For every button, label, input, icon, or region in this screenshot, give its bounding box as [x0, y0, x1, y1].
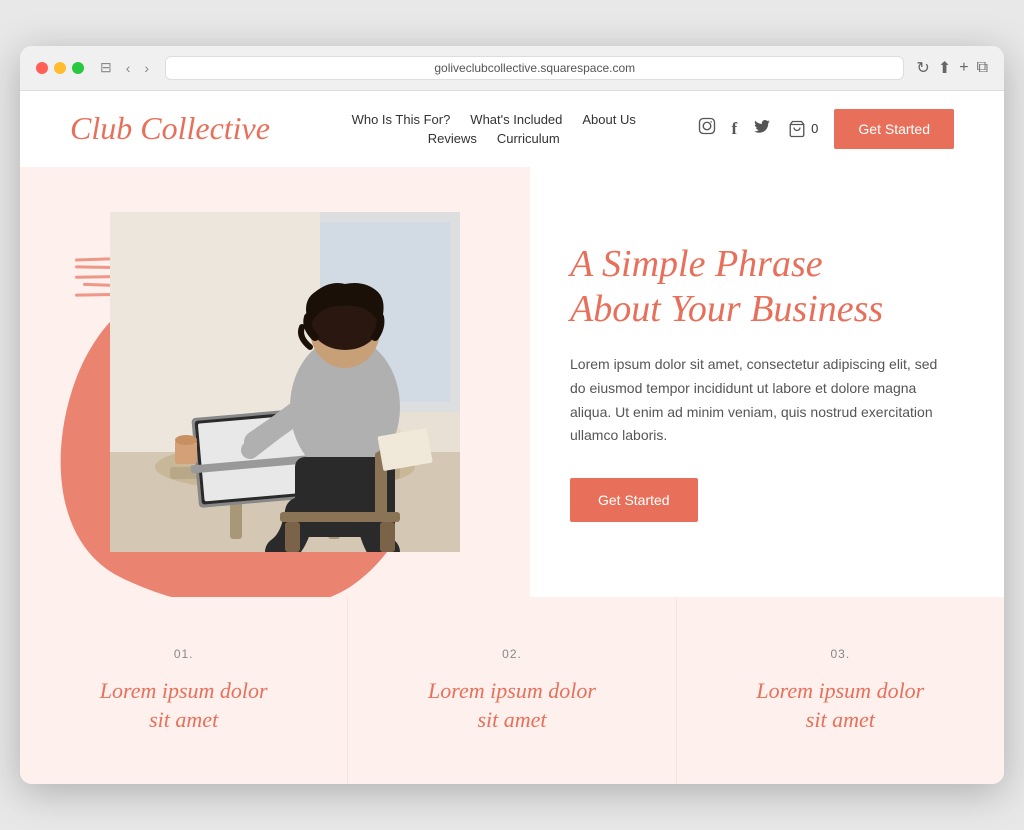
sidebar-toggle-button[interactable]: ⊟: [96, 57, 116, 78]
browser-chrome: ⊟ ‹ › goliveclubcollective.squarespace.c…: [20, 46, 1004, 91]
header-get-started-button[interactable]: Get Started: [834, 109, 954, 149]
feature-item-1: 01. Lorem ipsum dolor sit amet: [20, 597, 348, 784]
feature-number-1: 01.: [60, 647, 307, 661]
new-tab-button[interactable]: +: [959, 59, 968, 77]
hero-cta-button[interactable]: Get Started: [570, 478, 698, 522]
logo[interactable]: Club Collective: [70, 110, 270, 147]
tabs-button[interactable]: ⧉: [977, 59, 988, 77]
feature-item-2: 02. Lorem ipsum dolor sit amet: [348, 597, 676, 784]
browser-controls: ⊟ ‹ ›: [96, 57, 153, 78]
nav-who-is-this-for[interactable]: Who Is This For?: [352, 112, 451, 127]
nav-curriculum[interactable]: Curriculum: [497, 131, 560, 146]
facebook-icon[interactable]: f: [732, 119, 738, 139]
traffic-lights: [36, 62, 84, 74]
cart-area[interactable]: 0: [787, 120, 818, 138]
twitter-icon[interactable]: [753, 117, 771, 140]
browser-window: ⊟ ‹ › goliveclubcollective.squarespace.c…: [20, 46, 1004, 784]
address-bar[interactable]: goliveclubcollective.squarespace.com: [165, 56, 904, 80]
website-content: Club Collective Who Is This For? What's …: [20, 91, 1004, 784]
feature-number-3: 03.: [717, 647, 964, 661]
hero-image: [110, 212, 460, 552]
forward-button[interactable]: ›: [140, 58, 153, 78]
close-button[interactable]: [36, 62, 48, 74]
cart-count: 0: [811, 121, 818, 136]
feature-item-3: 03. Lorem ipsum dolor sit amet: [677, 597, 1004, 784]
hero-section: A Simple Phrase About Your Business Lore…: [20, 167, 1004, 597]
feature-title-2: Lorem ipsum dolor sit amet: [388, 677, 635, 734]
nav-reviews[interactable]: Reviews: [428, 131, 477, 146]
instagram-icon[interactable]: [698, 117, 716, 140]
hero-photo-svg: [110, 212, 460, 552]
feature-title-3: Lorem ipsum dolor sit amet: [717, 677, 964, 734]
nav-about-us[interactable]: About Us: [582, 112, 635, 127]
nav-right: f 0 Get Started: [698, 109, 955, 149]
reload-button[interactable]: ↻: [916, 58, 929, 78]
browser-actions: ↻ ⬆ + ⧉: [916, 58, 988, 78]
nav-row-2: Reviews Curriculum: [428, 131, 560, 146]
features-section: 01. Lorem ipsum dolor sit amet 02. Lorem…: [20, 597, 1004, 784]
hero-title: A Simple Phrase About Your Business: [570, 242, 944, 333]
maximize-button[interactable]: [72, 62, 84, 74]
hero-left: [20, 167, 530, 597]
feature-title-1: Lorem ipsum dolor sit amet: [60, 677, 307, 734]
header: Club Collective Who Is This For? What's …: [20, 91, 1004, 167]
nav-whats-included[interactable]: What's Included: [470, 112, 562, 127]
nav-center: Who Is This For? What's Included About U…: [290, 112, 698, 146]
feature-number-2: 02.: [388, 647, 635, 661]
nav-row-1: Who Is This For? What's Included About U…: [352, 112, 636, 127]
minimize-button[interactable]: [54, 62, 66, 74]
share-button[interactable]: ⬆: [938, 58, 951, 78]
back-button[interactable]: ‹: [122, 58, 135, 78]
hero-right: A Simple Phrase About Your Business Lore…: [530, 167, 1004, 597]
hero-description: Lorem ipsum dolor sit amet, consectetur …: [570, 353, 944, 448]
